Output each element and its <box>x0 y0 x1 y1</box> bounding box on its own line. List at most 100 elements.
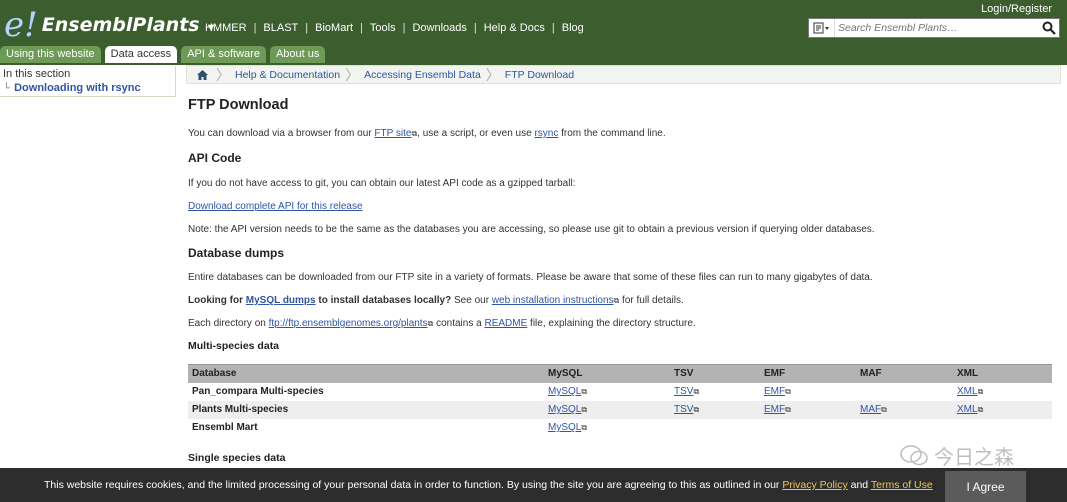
nav-hmmer[interactable]: HMMER <box>205 22 247 34</box>
watermark: 今日之森 <box>900 441 1014 470</box>
external-link-icon: ⧉ <box>693 387 700 396</box>
mysql-cell: MySQL⧉ <box>544 418 670 437</box>
home-icon[interactable] <box>187 69 216 80</box>
nav-divider: | <box>473 22 477 34</box>
nav-divider: | <box>360 22 363 34</box>
xml-link[interactable]: XML <box>957 386 978 397</box>
emf-cell: EMF⧉ <box>760 400 856 419</box>
tsv-link[interactable]: TSV <box>674 386 693 397</box>
mysql-link[interactable]: MySQL <box>548 404 581 415</box>
nav-tools[interactable]: Tools <box>370 22 396 34</box>
column-header: EMF <box>760 364 856 383</box>
mysql-link[interactable]: MySQL <box>548 422 581 433</box>
breadcrumb-help-docs[interactable]: Help & Documentation <box>230 69 345 81</box>
mysql-cell: MySQL⧉ <box>544 382 670 401</box>
tab-api-software[interactable]: API & software <box>181 46 266 63</box>
api-code-text: If you do not have access to git, you ca… <box>188 178 576 189</box>
api-download-paragraph: Download complete API for this release <box>188 201 363 212</box>
maf-cell <box>856 418 953 437</box>
emf-link[interactable]: EMF <box>764 386 785 397</box>
terms-of-use-link[interactable]: Terms of Use <box>871 479 933 491</box>
tsv-link[interactable]: TSV <box>674 404 693 415</box>
tab-about-us[interactable]: About us <box>269 46 326 63</box>
tab-using-this-website[interactable]: Using this website <box>0 46 101 63</box>
database-dumps-heading: Database dumps <box>188 246 285 260</box>
database-name: Pan_compara Multi-species <box>188 382 544 401</box>
maf-cell: MAF⧉ <box>856 400 953 419</box>
column-header: Database <box>188 364 544 383</box>
web-installation-link[interactable]: web installation instructions <box>492 295 614 306</box>
cookie-message: This website requires cookies, and the l… <box>44 479 933 491</box>
download-api-link[interactable]: Download complete API for this release <box>188 201 363 212</box>
tsv-cell: TSV⧉ <box>670 382 760 401</box>
database-dumps-text: Entire databases can be downloaded from … <box>188 272 873 283</box>
emf-cell: EMF⧉ <box>760 382 856 401</box>
external-link-icon: ⧉ <box>881 405 887 414</box>
nav-biomart[interactable]: BioMart <box>315 22 353 34</box>
external-link-icon: ⧉ <box>581 387 588 396</box>
masthead: e! EnsemblPlants ▼ HMMER | BLAST | BioMart… <box>0 0 1067 64</box>
sidebar-item-rsync[interactable]: └ Downloading with rsync <box>0 82 175 94</box>
directory-text: Each directory on <box>188 318 269 329</box>
nav-help-docs[interactable]: Help & Docs <box>484 22 545 34</box>
nav-blast[interactable]: BLAST <box>263 22 298 34</box>
multi-species-table: Database MySQL TSV EMF MAF XML Pan_compa… <box>188 364 1052 437</box>
tab-data-access[interactable]: Data access <box>104 46 178 64</box>
table-row: Plants Multi-species MySQL⧉ TSV⧉ EMF⧉ MA… <box>188 400 1052 419</box>
breadcrumb-separator: 〉 <box>485 66 500 83</box>
column-header: TSV <box>670 364 760 383</box>
breadcrumb-ftp-download[interactable]: FTP Download <box>500 69 579 81</box>
single-species-heading: Single species data <box>188 452 286 464</box>
cookie-text: and <box>847 479 871 491</box>
page-title: FTP Download <box>188 97 289 113</box>
mysql-dumps-link[interactable]: MySQL dumps <box>246 295 316 306</box>
mysql-dumps-text: for full details. <box>619 295 684 306</box>
tree-branch-icon: └ <box>3 82 11 94</box>
privacy-policy-link[interactable]: Privacy Policy <box>782 479 847 491</box>
column-header: XML <box>953 364 1052 383</box>
xml-link[interactable]: XML <box>957 404 978 415</box>
mysql-link[interactable]: MySQL <box>548 386 581 397</box>
xml-cell <box>953 418 1052 437</box>
emf-link[interactable]: EMF <box>764 404 785 415</box>
intro-text: , use a script, or even use <box>417 128 535 139</box>
column-header: MAF <box>856 364 953 383</box>
breadcrumb-separator: 〉 <box>345 66 360 83</box>
nav-divider: | <box>551 22 555 34</box>
sidebar-item-label: Downloading with rsync <box>14 82 141 94</box>
directory-text: file, explaining the directory structure… <box>527 318 696 329</box>
ensembl-logo-mark: e! <box>4 5 38 45</box>
intro-text: from the command line. <box>558 128 666 139</box>
nav-downloads[interactable]: Downloads <box>412 22 466 34</box>
ftp-plants-link[interactable]: ftp://ftp.ensemblgenomes.org/plants <box>269 318 428 329</box>
nav-divider: | <box>305 22 309 34</box>
cookie-banner: This website requires cookies, and the l… <box>0 468 1067 502</box>
i-agree-button[interactable]: I Agree <box>945 471 1026 502</box>
table-row: Pan_compara Multi-species MySQL⧉ TSV⧉ EM… <box>188 382 1052 401</box>
search-input[interactable] <box>835 22 1035 34</box>
ftp-site-link[interactable]: FTP site <box>374 128 411 139</box>
watermark-text: 今日之森 <box>934 447 1014 469</box>
column-header: MySQL <box>544 364 670 383</box>
species-dropdown-icon <box>813 22 829 34</box>
breadcrumb-separator: 〉 <box>216 66 230 83</box>
login-register-link[interactable]: Login/Register <box>981 3 1052 15</box>
search-icon[interactable] <box>1042 21 1056 35</box>
api-version-note: Note: the API version needs to be the sa… <box>188 224 875 235</box>
maf-cell <box>856 382 953 401</box>
readme-link[interactable]: README <box>484 318 527 329</box>
ensembl-plants-logo[interactable]: e! EnsemblPlants ▼ <box>4 5 216 45</box>
external-link-icon: ⧉ <box>785 405 791 414</box>
search-scope-select[interactable] <box>809 19 835 37</box>
intro-text: You can download via a browser from our <box>188 128 375 139</box>
maf-link[interactable]: MAF <box>860 404 881 415</box>
directory-paragraph: Each directory on ftp://ftp.ensemblgenom… <box>188 318 696 329</box>
top-nav: HMMER | BLAST | BioMart | Tools | Downloads |… <box>205 22 584 34</box>
rsync-link[interactable]: rsync <box>534 128 558 139</box>
mysql-dumps-text: See our <box>451 295 492 306</box>
mysql-dumps-lead: Looking for <box>188 295 246 306</box>
nav-blog[interactable]: Blog <box>562 22 584 34</box>
breadcrumb-accessing-data[interactable]: Accessing Ensembl Data <box>359 69 486 81</box>
nav-divider: | <box>253 22 257 34</box>
xml-cell: XML⧉ <box>953 400 1052 419</box>
